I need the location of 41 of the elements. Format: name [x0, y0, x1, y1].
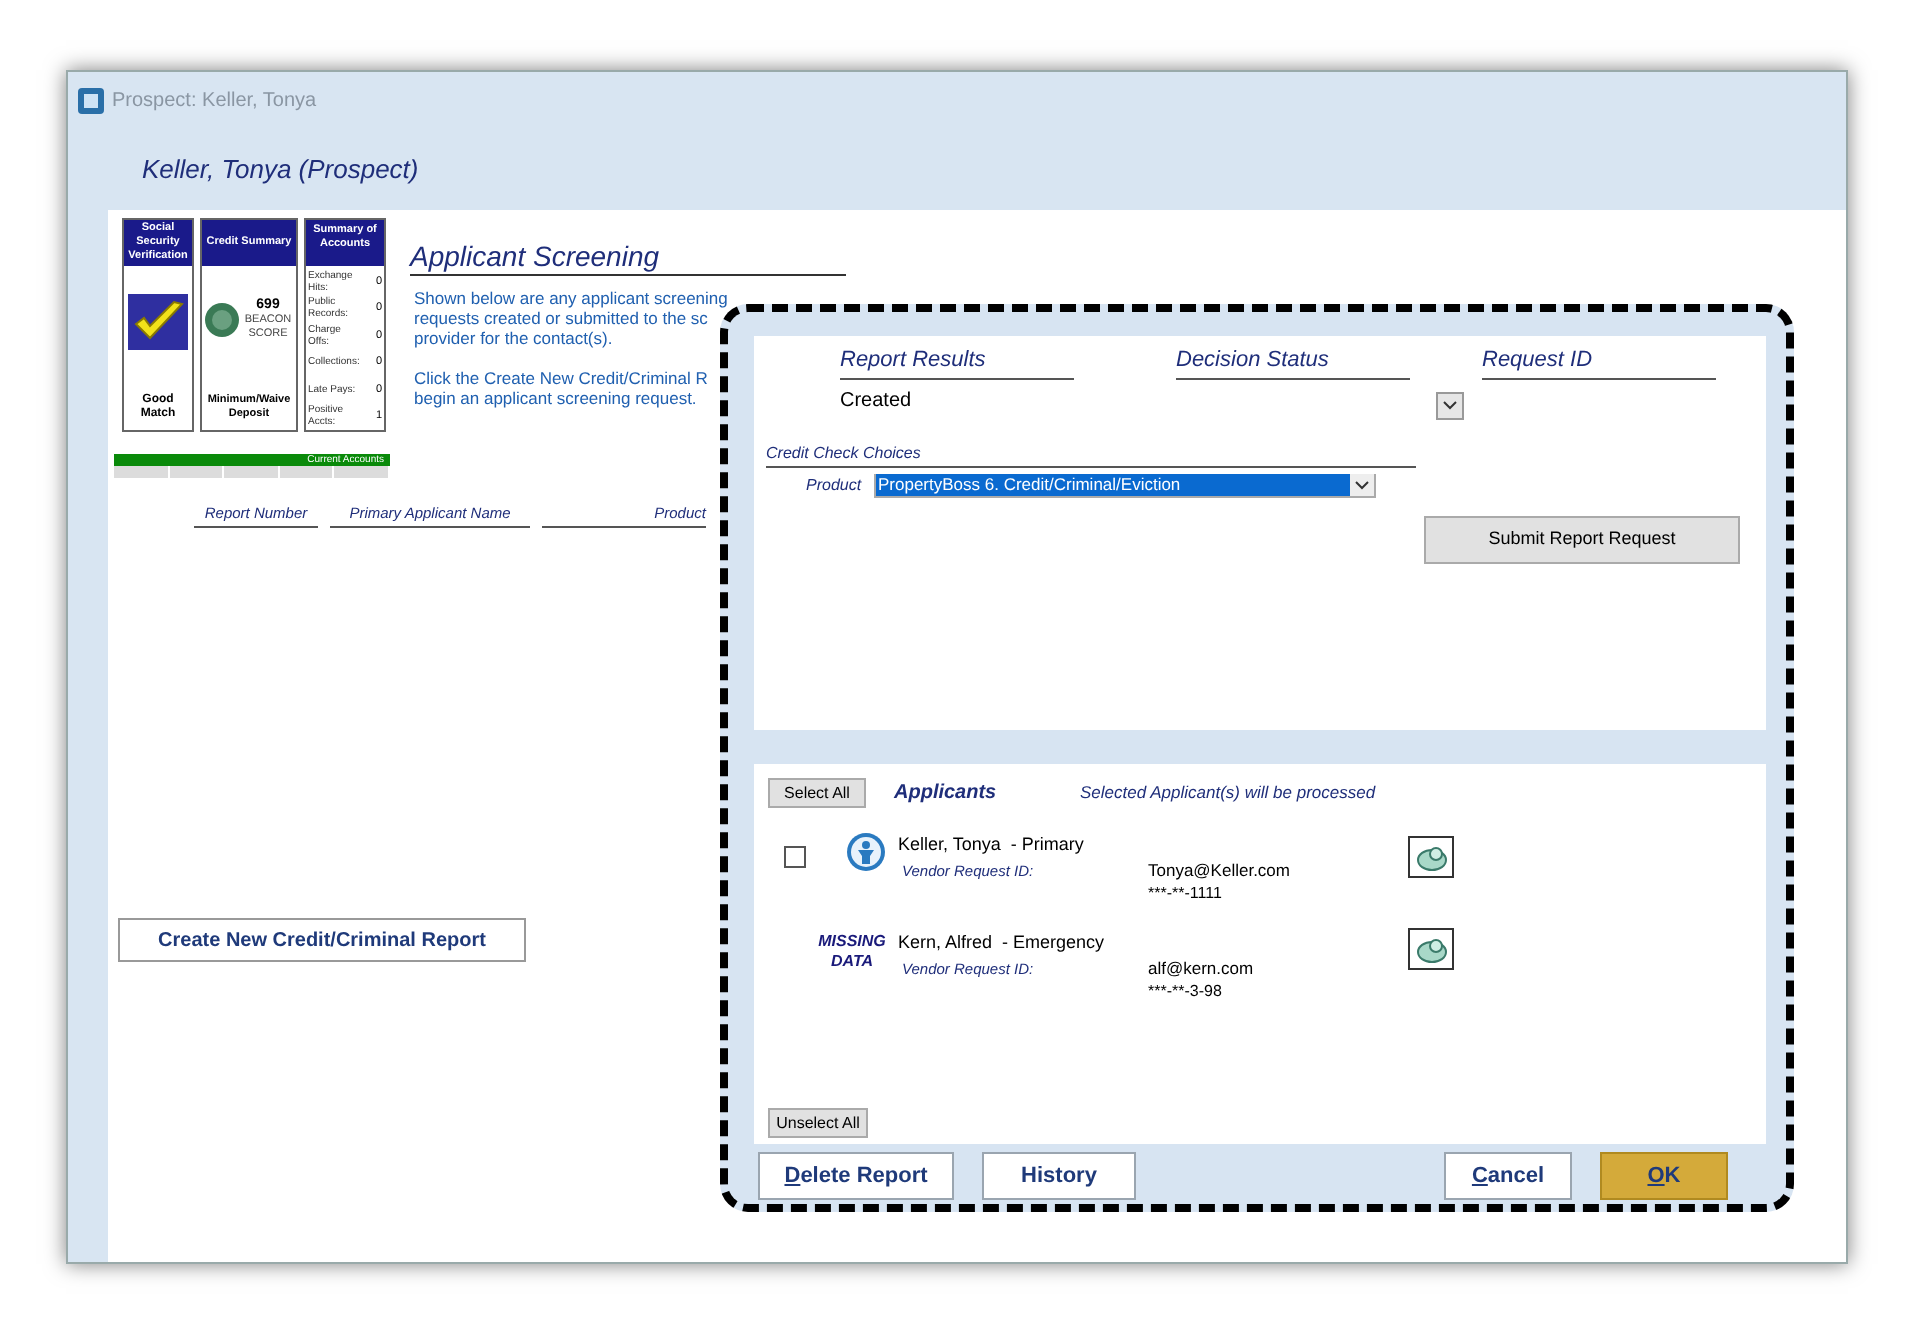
app-icon [78, 87, 104, 113]
chevron-down-icon [1350, 474, 1374, 496]
product-label: Product [806, 473, 864, 497]
unselect-all-button[interactable]: Unselect All [768, 1108, 868, 1138]
scan-button[interactable] [1408, 928, 1454, 970]
screening-text: Shown below are any applicant screening requests created or submitted to the sc provider for the contact(s). [414, 288, 730, 348]
eye-scan-icon [1413, 841, 1449, 873]
dialog-button[interactable]: Cancel [1444, 1152, 1572, 1200]
window-title: Prospect: Keller, Tonya [112, 87, 317, 115]
applicant-ssn: ***-**-3-98 [1148, 980, 1224, 1002]
applicant-name: Kern, Alfred - Emergency [898, 932, 1107, 954]
checkmark-icon [126, 290, 190, 354]
person-icon [846, 832, 886, 872]
submit-button[interactable]: Submit Report Request [1424, 515, 1740, 563]
product-select[interactable]: PropertyBoss 6. Credit/Criminal/Eviction [874, 473, 1376, 497]
create-report-button[interactable]: Create New Credit/Criminal Report [118, 918, 526, 963]
ok-button[interactable]: OK [1600, 1152, 1728, 1200]
scan-button[interactable] [1408, 836, 1454, 878]
applicant-name: Keller, Tonya - Primary [898, 834, 1086, 856]
column-header: Decision Status [1176, 344, 1410, 379]
prospect-header: Keller, Tonya (Prospect) [142, 151, 419, 188]
chevron-down-icon [1442, 400, 1458, 410]
dialog-button[interactable]: Delete Report [758, 1152, 954, 1200]
applicants-note: Selected Applicant(s) will be processed [1080, 780, 1376, 806]
eye-scan-icon [1413, 933, 1449, 965]
applicant-ssn: ***-**-1111 [1148, 882, 1224, 904]
missing-data-label: MISSING DATA [816, 932, 888, 972]
dialog-button[interactable]: History [982, 1152, 1136, 1200]
applicant-checkbox[interactable] [784, 845, 806, 867]
applicant-email: Tonya@Keller.com [1148, 860, 1290, 882]
select-all-button[interactable]: Select All [768, 778, 866, 808]
column-header: Request ID [1482, 344, 1716, 379]
screening-text: Click the Create New Credit/Criminal R begin an applicant screening request. [414, 368, 710, 408]
choices-title: Credit Check Choices [766, 441, 1416, 467]
report-result: Created [840, 388, 914, 416]
dropdown-button[interactable] [1436, 391, 1464, 419]
applicant-email: alf@kern.com [1148, 958, 1254, 980]
screening-title: Applicant Screening [410, 238, 846, 276]
column-header: Report Results [840, 344, 1074, 379]
applicants-title: Applicants [894, 780, 999, 808]
gauge-icon [204, 302, 240, 338]
